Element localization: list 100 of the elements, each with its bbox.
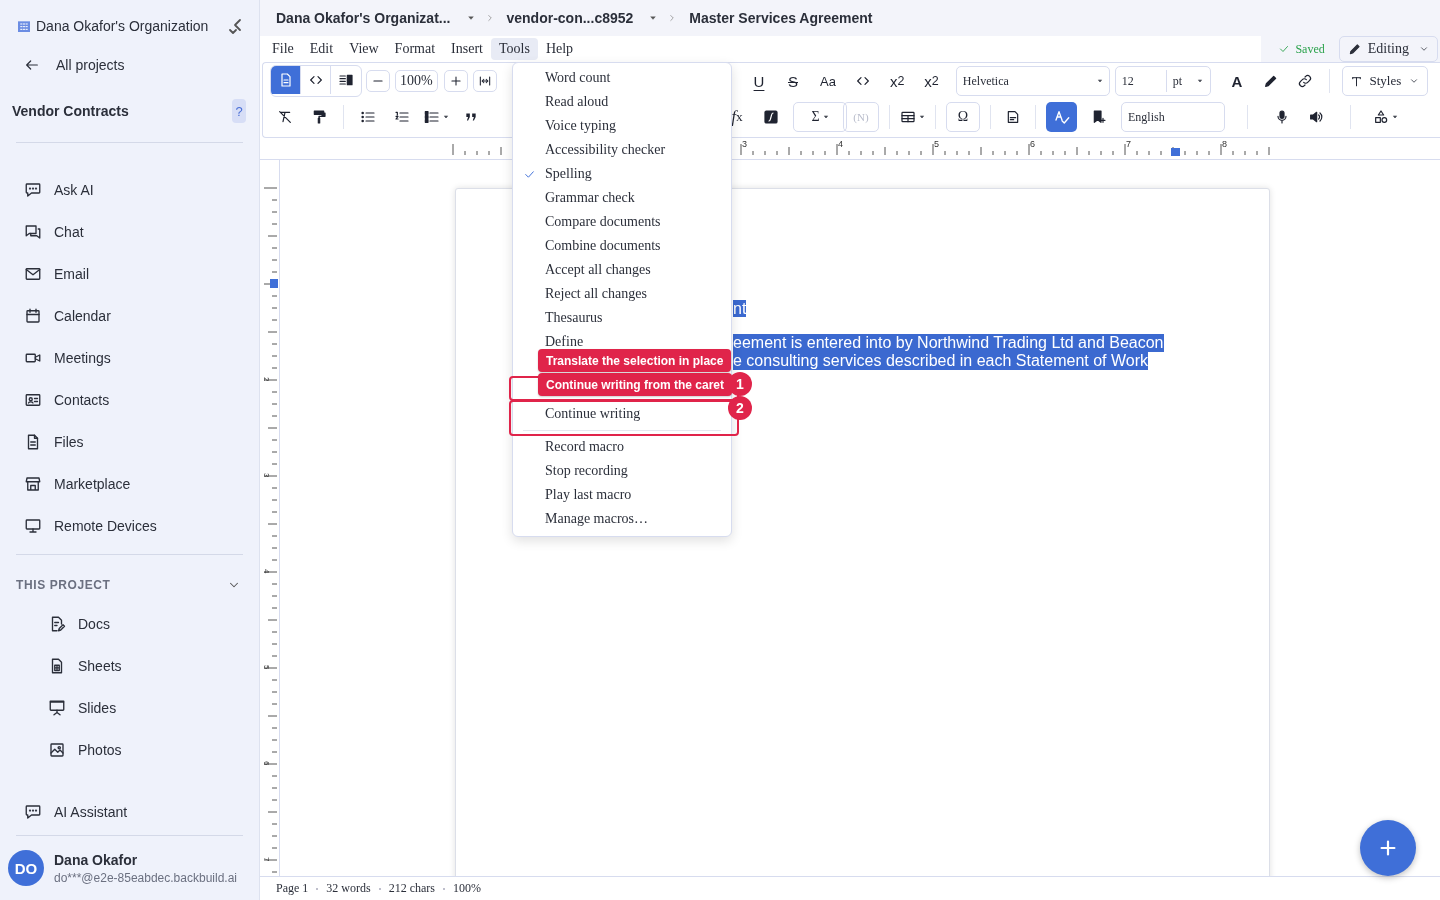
chat-bubble-icon: [24, 803, 42, 821]
nav-item[interactable]: Email: [0, 253, 259, 295]
project-item[interactable]: Photos: [0, 729, 259, 771]
menu-item[interactable]: Thesaurus: [545, 310, 603, 326]
check-icon: [1278, 43, 1291, 55]
columns-icon: [338, 72, 354, 88]
nav-item[interactable]: Files: [0, 421, 259, 463]
menu-tab[interactable]: File: [264, 38, 302, 60]
chevron-down-icon: [1419, 44, 1429, 54]
menu-item[interactable]: Read aloud: [545, 94, 609, 110]
menu-tab[interactable]: Edit: [301, 38, 342, 60]
unit-select[interactable]: pt: [1165, 70, 1210, 92]
indent-marker[interactable]: [1171, 148, 1180, 156]
styles-button[interactable]: Styles: [1341, 66, 1428, 96]
menu-item[interactable]: Define: [545, 334, 584, 350]
breadcrumb-item[interactable]: vendor-con...c8952: [506, 10, 634, 26]
nav-item[interactable]: Ask AI: [0, 169, 259, 211]
ai-assistant-item[interactable]: AI Assistant: [0, 791, 259, 833]
zoom-field[interactable]: 100%: [395, 70, 438, 92]
project-name: Vendor Contracts: [12, 103, 129, 119]
caret-down-icon: [822, 114, 829, 120]
nav-item[interactable]: Contacts: [0, 379, 259, 421]
menu-item[interactable]: Compare documents: [545, 214, 661, 230]
menu-item[interactable]: Accept all changes: [545, 262, 651, 278]
font-select[interactable]: Helvetica: [955, 66, 1110, 96]
nav-item[interactable]: Calendar: [0, 295, 259, 337]
caret-down-icon: [649, 14, 658, 22]
text-icon: [1350, 74, 1364, 88]
editing-mode-button[interactable]: Editing: [1338, 36, 1438, 62]
margin-marker[interactable]: [270, 279, 278, 288]
menu-item[interactable]: Accessibility checker: [545, 142, 666, 158]
menu-tab[interactable]: Insert: [443, 38, 491, 60]
paint-roller-icon: [311, 109, 327, 125]
arrow-left-icon: [24, 57, 40, 73]
spellcheck-button[interactable]: [1046, 102, 1077, 132]
fit-width-icon: [478, 74, 492, 88]
text-case-button[interactable]: Aa: [815, 69, 841, 93]
menu-item[interactable]: Spelling: [545, 166, 592, 182]
caret-down-icon: [466, 14, 475, 22]
monitor-icon: [24, 517, 42, 535]
nav-item[interactable]: Chat: [0, 211, 259, 253]
menu-item[interactable]: Record macro: [545, 439, 624, 455]
chat-icon: [24, 223, 42, 241]
strikethrough-button[interactable]: S: [781, 69, 805, 93]
caret-down-icon: [919, 114, 925, 120]
menu-item[interactable]: Voice typing: [545, 118, 616, 134]
menu-item[interactable]: Reject all changes: [545, 286, 647, 302]
menu-tab[interactable]: Format: [386, 38, 444, 60]
help-badge[interactable]: ?: [232, 99, 246, 123]
bulleted-list-icon: [360, 109, 376, 125]
breadcrumb-item[interactable]: Master Services Agreement: [689, 10, 873, 26]
menu-tab[interactable]: Tools: [490, 38, 538, 60]
caret-down-icon: [1392, 114, 1398, 120]
menu-item[interactable]: Grammar check: [545, 190, 635, 206]
breadcrumb-item[interactable]: Dana Okafor's Organizat...: [276, 10, 451, 26]
organization-name[interactable]: Dana Okafor's Organization: [36, 18, 223, 34]
menu-item[interactable]: Combine documents: [545, 238, 661, 254]
project-item[interactable]: Slides: [0, 687, 259, 729]
menu-tab[interactable]: View: [341, 38, 387, 60]
underline-button[interactable]: U: [747, 69, 771, 93]
image-icon: [48, 741, 66, 759]
bookmark-add-icon: [1091, 109, 1107, 125]
ruler-number: 7: [262, 857, 271, 862]
store-icon: [24, 475, 42, 493]
menu-item[interactable]: Manage macros…: [545, 511, 649, 527]
ruler-number: 7: [1126, 139, 1131, 149]
menu-item[interactable]: Word count: [545, 70, 611, 86]
ruler-number: 5: [262, 665, 271, 670]
speaker-icon: [1308, 109, 1324, 125]
add-button[interactable]: [1360, 820, 1416, 876]
project-item[interactable]: Docs: [0, 603, 259, 645]
status-text: 32 words: [326, 881, 371, 896]
project-item[interactable]: Sheets: [0, 645, 259, 687]
document-icon: [1005, 109, 1021, 125]
font-size-field[interactable]: 12: [1115, 73, 1166, 89]
status-text: 212 chars: [388, 881, 435, 896]
annotation-tag: Translate the selection in place: [538, 349, 732, 372]
all-projects-link[interactable]: All projects: [0, 52, 259, 78]
sum-button[interactable]: Σ: [793, 102, 847, 132]
user-avatar: DO: [8, 850, 44, 886]
nav-item[interactable]: Remote Devices: [0, 505, 259, 547]
menu-item[interactable]: Stop recording: [545, 463, 628, 479]
clear-format-icon: [277, 109, 293, 125]
menu-item[interactable]: Continue writing: [545, 406, 641, 422]
menu-item[interactable]: Play last macro: [545, 487, 632, 503]
ruler-number: 4: [262, 569, 271, 574]
caret-down-icon: [1197, 78, 1204, 84]
nav-item[interactable]: Marketplace: [0, 463, 259, 505]
spellcheck-icon: [1052, 108, 1071, 126]
special-character-button[interactable]: Ω: [946, 102, 980, 132]
menu-tab[interactable]: Help: [537, 38, 582, 60]
user-name: Dana Okafor: [54, 851, 139, 868]
highlighter-icon: [1262, 73, 1279, 89]
vertical-ruler[interactable]: 2 3 4 5 6 7: [260, 160, 279, 876]
language-field[interactable]: English: [1121, 102, 1225, 132]
user-email: do***@e2e-85eabdec.backbuild.ai: [54, 870, 237, 885]
nav-item[interactable]: Meetings: [0, 337, 259, 379]
annotation-tag: Continue writing from the caret: [538, 373, 732, 396]
ruler-number: 3: [262, 473, 271, 478]
text-color-button[interactable]: A: [1224, 69, 1249, 93]
